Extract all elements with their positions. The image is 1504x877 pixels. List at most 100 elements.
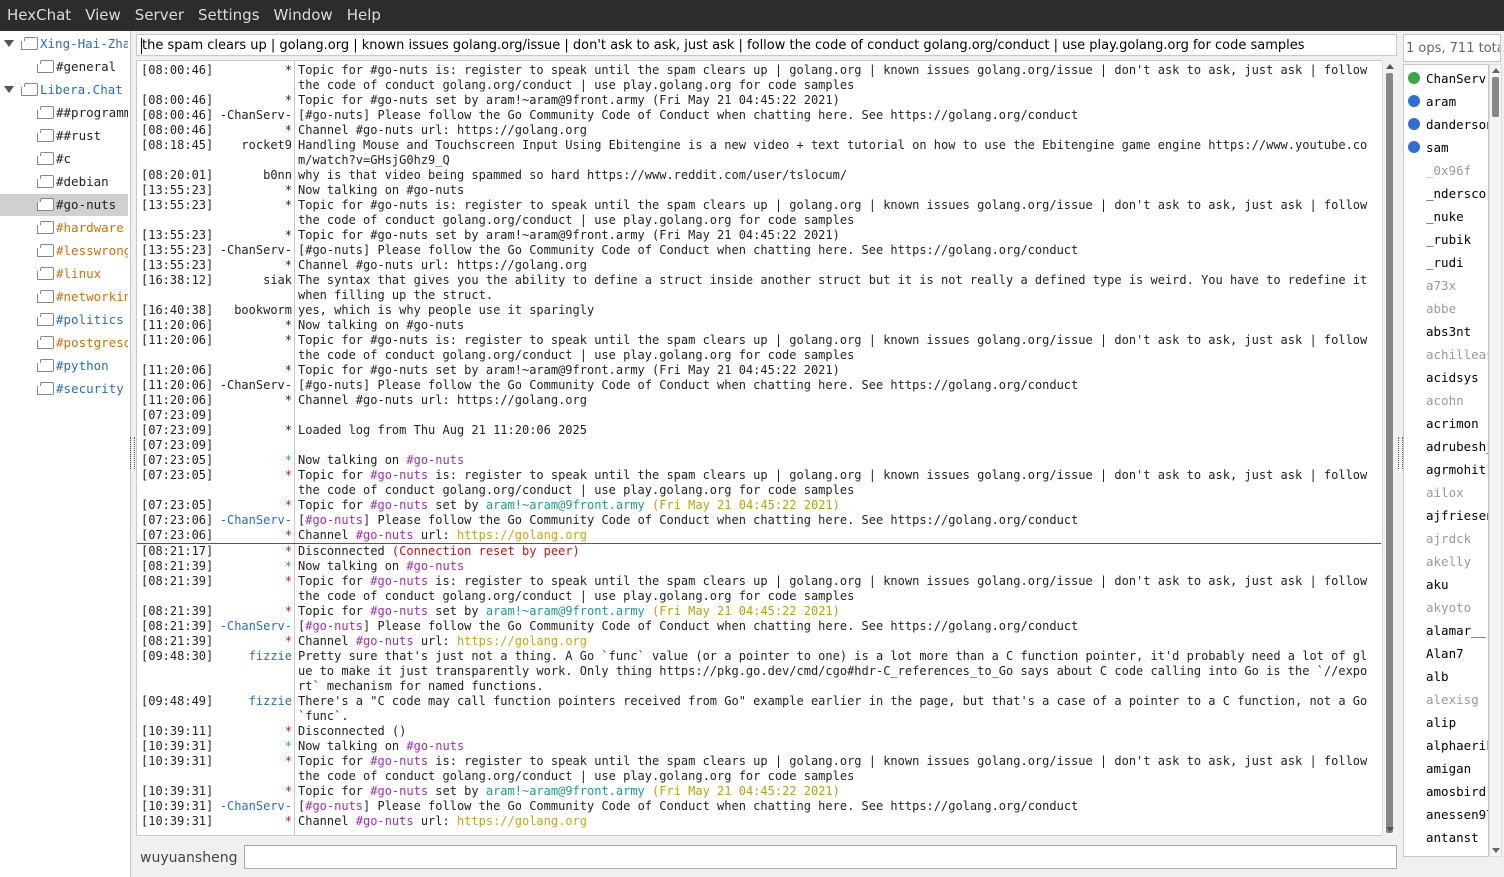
menu-window[interactable]: Window [267, 0, 340, 31]
tree-channel-debian[interactable]: #debian [0, 171, 128, 193]
nick[interactable]: siak [207, 273, 292, 288]
nick[interactable]: fizzie [207, 694, 292, 709]
user-list-item[interactable]: alexisg [1404, 688, 1488, 711]
scroll-down-arrow-icon[interactable] [1386, 827, 1394, 832]
user-list-item[interactable]: alb [1404, 665, 1488, 688]
user-list-item[interactable]: a73x [1404, 274, 1488, 297]
user-list-item[interactable]: acidsys [1404, 366, 1488, 389]
tree-channel-hardware[interactable]: #hardware [0, 217, 128, 239]
tree-channel-lesswrong[interactable]: #lesswrong [0, 240, 128, 262]
user-list-item[interactable]: akyoto [1404, 596, 1488, 619]
menu-settings[interactable]: Settings [191, 0, 267, 31]
tree-network-libera-chat[interactable]: Libera.Chat [0, 79, 128, 101]
tree-channel-programming[interactable]: ##programming [0, 102, 128, 124]
left-pane-splitter[interactable] [130, 437, 135, 469]
tree-channel-security[interactable]: #security [0, 378, 128, 400]
scroll-up-arrow-icon[interactable] [1386, 64, 1394, 69]
scroll-down-arrow-icon[interactable] [1492, 848, 1500, 853]
user-list-item[interactable]: achilleas [1404, 343, 1488, 366]
user-list-item[interactable]: Alan7 [1404, 642, 1488, 665]
user-list-item[interactable]: _0x96f [1404, 159, 1488, 182]
nick[interactable]: -ChanServ- [207, 619, 292, 634]
user-list[interactable]: ChanServ aram danderson sam _0x96f _nderscore… [1403, 64, 1489, 857]
user-nick: acidsys [1426, 370, 1479, 385]
chat-scroll-thumb[interactable] [1386, 73, 1393, 833]
message-input[interactable] [244, 845, 1397, 869]
message-text: Topic for #go-nuts is: register to speak… [298, 468, 1375, 497]
menu-help[interactable]: Help [340, 0, 388, 31]
user-nick: _rudi [1426, 255, 1464, 270]
tree-channel-python[interactable]: #python [0, 355, 128, 377]
timestamp: [08:00:46] [141, 93, 214, 107]
nick[interactable]: rocket9 [207, 138, 292, 153]
user-list-scrollbar[interactable] [1489, 64, 1502, 857]
user-list-item[interactable]: alamar__ [1404, 619, 1488, 642]
nick[interactable]: -ChanServ- [207, 513, 292, 528]
nickname-button[interactable]: wuyuansheng [140, 846, 237, 870]
user-list-item[interactable]: _nuke [1404, 205, 1488, 228]
nick[interactable]: -ChanServ- [207, 243, 292, 258]
user-list-item[interactable]: ailox [1404, 481, 1488, 504]
user-list-item[interactable]: ajrdck [1404, 527, 1488, 550]
user-list-item[interactable]: alphaerik [1404, 734, 1488, 757]
nick[interactable]: bookworm [207, 303, 292, 318]
user-list-item[interactable]: ChanServ [1404, 67, 1488, 90]
user-list-item[interactable]: abs3nt [1404, 320, 1488, 343]
channel-icon [37, 336, 54, 349]
user-list-item[interactable]: ajfriesen [1404, 504, 1488, 527]
chat-line: [10:39:31] * Topic for #go-nuts set by ara… [137, 784, 1381, 799]
chat-log[interactable]: [08:00:46] * Topic for #go-nuts is: regist… [136, 60, 1397, 836]
user-list-item[interactable]: antanst [1404, 826, 1488, 849]
user-nick: sam [1426, 140, 1449, 155]
user-list-item[interactable]: sam [1404, 136, 1488, 159]
server-icon [21, 83, 38, 96]
user-list-item[interactable]: acrimon [1404, 412, 1488, 435]
scroll-up-arrow-icon[interactable] [1492, 68, 1500, 73]
user-list-item[interactable]: abbe [1404, 297, 1488, 320]
user-list-item[interactable]: _rubik [1404, 228, 1488, 251]
topic-bar[interactable]: the spam clears up | golang.org | known … [136, 34, 1397, 56]
tree-channel-linux[interactable]: #linux [0, 263, 128, 285]
user-list-item[interactable]: alip [1404, 711, 1488, 734]
user-list-item[interactable]: agrmohit1 [1404, 458, 1488, 481]
nick[interactable]: b0nn [207, 168, 292, 183]
user-list-item[interactable]: _rudi [1404, 251, 1488, 274]
chat-line: [11:20:06] * Topic for #go-nuts is: regist… [137, 333, 1381, 363]
tree-channel-c[interactable]: #c [0, 148, 128, 170]
tree-channel-general[interactable]: #general [0, 56, 128, 78]
message-text: [#go-nuts] Please follow the Go Communit… [298, 108, 1079, 122]
tree-node-label: ##rust [56, 128, 102, 143]
nick[interactable]: -ChanServ- [207, 108, 292, 123]
user-list-item[interactable]: akelly [1404, 550, 1488, 573]
menu-hexchat[interactable]: HexChat [0, 0, 78, 31]
user-list-scroll-thumb[interactable] [1492, 77, 1499, 117]
tree-channel-rust[interactable]: ##rust [0, 125, 128, 147]
user-list-item[interactable]: adrubesh_ [1404, 435, 1488, 458]
nick[interactable]: -ChanServ- [207, 378, 292, 393]
nick[interactable]: -ChanServ- [207, 799, 292, 814]
tree-channel-politics[interactable]: #politics [0, 309, 128, 331]
menu-server[interactable]: Server [128, 0, 191, 31]
chat-scrollbar[interactable] [1382, 60, 1397, 836]
menu-view[interactable]: View [78, 0, 128, 31]
user-list-item[interactable]: anessen97 [1404, 803, 1488, 826]
timestamp: [10:39:31] [141, 754, 214, 768]
tree-channel-postgresql[interactable]: #postgresql [0, 332, 128, 354]
tree-channel-networking[interactable]: #networking [0, 286, 128, 308]
user-list-item[interactable]: danderson [1404, 113, 1488, 136]
expander-icon[interactable] [4, 40, 14, 47]
user-nick: ajrdck [1426, 531, 1472, 546]
tree-channel-go-nuts[interactable]: #go-nuts [0, 194, 128, 216]
timestamp: [16:38:12] [141, 273, 214, 287]
nick[interactable]: fizzie [207, 649, 292, 664]
expander-icon[interactable] [4, 86, 14, 93]
user-list-item[interactable]: aku [1404, 573, 1488, 596]
user-list-item[interactable]: _nderscore [1404, 182, 1488, 205]
user-list-item[interactable]: acohn [1404, 389, 1488, 412]
nick: * [284, 544, 292, 558]
user-list-item[interactable]: amosbird [1404, 780, 1488, 803]
tree-network-xing-hai-zhan[interactable]: Xing-Hai-Zhan [0, 33, 128, 55]
user-list-item[interactable]: amigan [1404, 757, 1488, 780]
user-list-item[interactable]: aram [1404, 90, 1488, 113]
nick: * [284, 423, 292, 437]
